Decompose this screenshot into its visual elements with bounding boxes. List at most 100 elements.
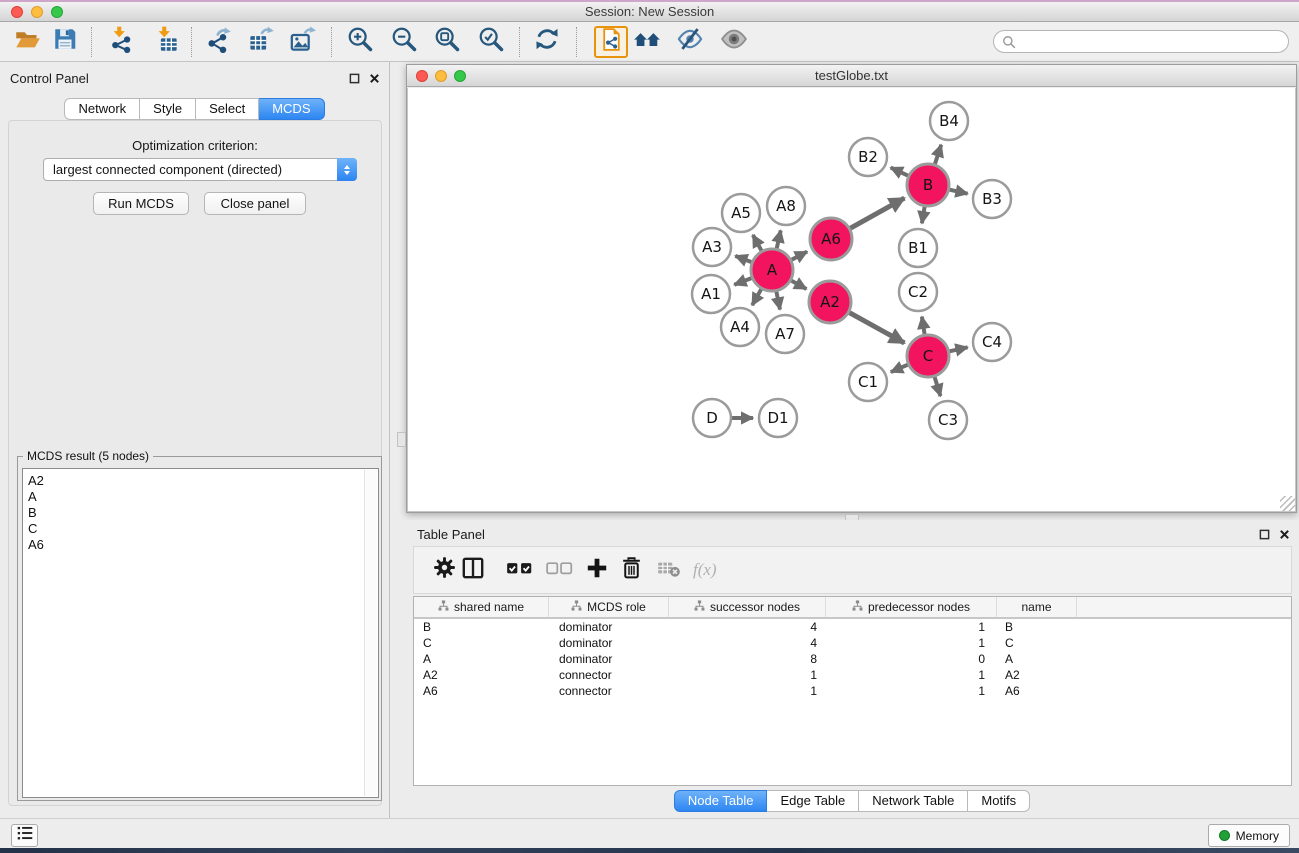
edge-B-B4[interactable] xyxy=(935,145,941,164)
zoom-in-button[interactable] xyxy=(342,25,378,59)
search-input[interactable] xyxy=(993,30,1289,53)
table-cell[interactable]: dominator xyxy=(549,635,669,651)
table-cell[interactable]: 1 xyxy=(826,635,997,651)
table-cell[interactable]: 1 xyxy=(669,667,826,683)
minimize-network-button[interactable] xyxy=(435,70,447,82)
edge-A-A5[interactable] xyxy=(753,235,762,251)
edge-B-B2[interactable] xyxy=(891,168,908,176)
table-cell[interactable]: C xyxy=(414,635,549,651)
table-cell[interactable]: 1 xyxy=(826,667,997,683)
deselect-all-button[interactable] xyxy=(543,555,577,585)
network-graph[interactable]: B4B2BB3A8A5A6A3B1AA1C2A2A4A7C4CC1C3DD1 xyxy=(408,88,1295,510)
edge-C-C4[interactable] xyxy=(950,347,968,351)
table-row[interactable]: A6connector11A6 xyxy=(414,683,1291,699)
zoom-network-button[interactable] xyxy=(454,70,466,82)
open-file-button[interactable] xyxy=(9,25,45,59)
zoom-window-button[interactable] xyxy=(51,6,63,18)
table-cell[interactable]: 8 xyxy=(669,651,826,667)
memory-button[interactable]: Memory xyxy=(1208,824,1290,847)
table-cell[interactable]: connector xyxy=(549,683,669,699)
edge-C-C2[interactable] xyxy=(922,317,925,335)
table-row[interactable]: Bdominator41B xyxy=(414,619,1291,635)
edge-A-A8[interactable] xyxy=(777,230,781,248)
delete-column-button[interactable] xyxy=(617,555,645,585)
table-cell[interactable]: 4 xyxy=(669,635,826,651)
edge-A-A4[interactable] xyxy=(752,289,761,305)
mcds-list-scrollbar[interactable] xyxy=(364,470,377,796)
tab-style[interactable]: Style xyxy=(140,98,196,120)
table-cell[interactable]: A2 xyxy=(997,667,1077,683)
mcds-result-item[interactable]: C xyxy=(23,521,378,537)
refresh-view-button[interactable] xyxy=(529,25,565,59)
float-panel-icon[interactable] xyxy=(1259,527,1270,545)
home-overview-button[interactable] xyxy=(629,25,665,59)
column-header-mcds-role[interactable]: MCDS role xyxy=(549,597,669,617)
table-cell[interactable]: C xyxy=(997,635,1077,651)
table-cell[interactable]: 1 xyxy=(826,683,997,699)
tab-edge-table[interactable]: Edge Table xyxy=(767,790,859,812)
export-image-button[interactable] xyxy=(284,25,320,59)
show-columns-button[interactable] xyxy=(459,555,487,585)
export-table-button[interactable] xyxy=(242,25,278,59)
mcds-result-item[interactable]: A2 xyxy=(23,473,378,489)
criterion-dropdown[interactable]: largest connected component (directed) xyxy=(43,158,357,181)
network-window-titlebar[interactable]: testGlobe.txt xyxy=(407,65,1296,87)
table-row[interactable]: Adominator80A xyxy=(414,651,1291,667)
table-row[interactable]: A2connector11A2 xyxy=(414,667,1291,683)
add-column-button[interactable] xyxy=(583,555,611,585)
tab-motifs[interactable]: Motifs xyxy=(968,790,1030,812)
export-network-button[interactable] xyxy=(200,25,236,59)
edge-A-A2[interactable] xyxy=(791,281,806,289)
show-details-button[interactable] xyxy=(716,25,752,59)
mcds-result-list[interactable]: A2ABCA6 xyxy=(22,468,379,798)
edge-A-A7[interactable] xyxy=(776,292,780,310)
edge-C-C3[interactable] xyxy=(935,377,941,396)
close-panel-icon[interactable] xyxy=(369,71,380,89)
network-document-button[interactable] xyxy=(594,26,628,58)
edge-B-B1[interactable] xyxy=(922,207,925,224)
import-table-button[interactable] xyxy=(148,25,184,59)
main-titlebar[interactable]: Session: New Session xyxy=(0,2,1299,22)
import-network-button[interactable] xyxy=(103,25,139,59)
table-settings-button[interactable] xyxy=(430,555,458,585)
run-mcds-button[interactable]: Run MCDS xyxy=(93,192,189,215)
column-header-successor-nodes[interactable]: successor nodes xyxy=(669,597,826,617)
zoom-out-button[interactable] xyxy=(386,25,422,59)
vertical-scrollbar-thumb[interactable] xyxy=(397,432,406,447)
edge-B-B3[interactable] xyxy=(950,190,968,194)
table-cell[interactable]: B xyxy=(997,619,1077,635)
close-panel-button[interactable]: Close panel xyxy=(204,192,306,215)
table-cell[interactable]: 0 xyxy=(826,651,997,667)
float-panel-icon[interactable] xyxy=(349,71,360,89)
tab-select[interactable]: Select xyxy=(196,98,259,120)
table-cell[interactable]: dominator xyxy=(549,651,669,667)
column-header-predecessor-nodes[interactable]: predecessor nodes xyxy=(826,597,997,617)
select-all-button[interactable] xyxy=(503,555,537,585)
edge-C-C1[interactable] xyxy=(891,365,908,372)
save-session-button[interactable] xyxy=(47,25,83,59)
resize-grip-icon[interactable] xyxy=(1280,496,1295,511)
table-cell[interactable]: 1 xyxy=(826,619,997,635)
table-cell[interactable]: B xyxy=(414,619,549,635)
delete-table-button[interactable] xyxy=(655,555,683,585)
table-cell[interactable]: A xyxy=(414,651,549,667)
table-cell[interactable]: 1 xyxy=(669,683,826,699)
node-table[interactable]: shared nameMCDS rolesuccessor nodesprede… xyxy=(413,596,1292,786)
table-cell[interactable]: A2 xyxy=(414,667,549,683)
close-panel-icon[interactable] xyxy=(1279,527,1290,545)
mcds-result-item[interactable]: A6 xyxy=(23,537,378,553)
tab-mcds[interactable]: MCDS xyxy=(259,98,324,120)
edge-A-A3[interactable] xyxy=(735,256,751,262)
table-cell[interactable]: 4 xyxy=(669,619,826,635)
minimize-window-button[interactable] xyxy=(31,6,43,18)
edge-A-A6[interactable] xyxy=(792,252,808,260)
column-header-shared-name[interactable]: shared name xyxy=(414,597,549,617)
table-row[interactable]: Cdominator41C xyxy=(414,635,1291,651)
mcds-result-item[interactable]: A xyxy=(23,489,378,505)
close-window-button[interactable] xyxy=(11,6,23,18)
edge-A6-B[interactable] xyxy=(850,198,904,228)
table-cell[interactable]: connector xyxy=(549,667,669,683)
zoom-selected-button[interactable] xyxy=(473,25,509,59)
edge-A-A1[interactable] xyxy=(734,278,751,285)
zoom-fit-button[interactable] xyxy=(429,25,465,59)
